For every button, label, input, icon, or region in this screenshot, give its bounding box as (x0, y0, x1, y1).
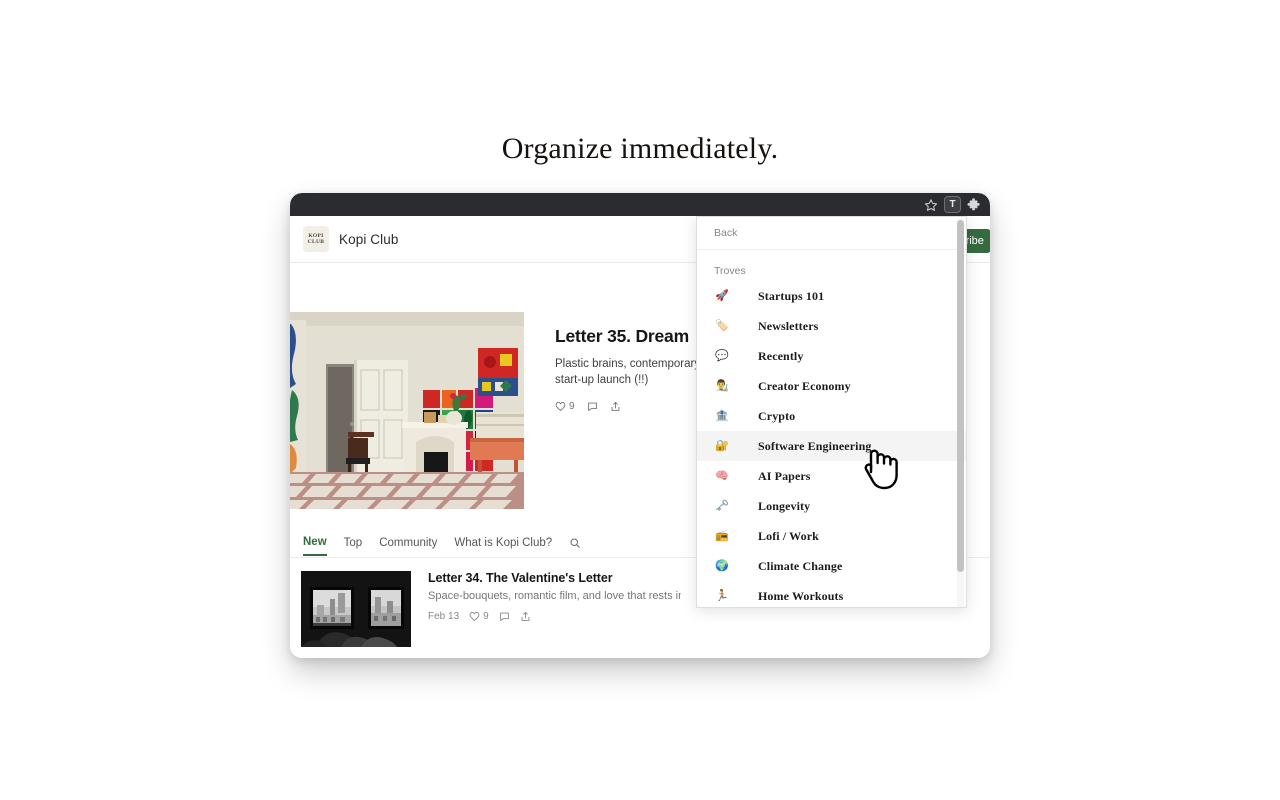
runner-icon: 🏃 (715, 589, 729, 602)
trove-item-crypto[interactable]: 🏦 Crypto (697, 401, 966, 431)
comment-icon (499, 612, 509, 622)
tab-community[interactable]: Community (379, 537, 437, 555)
search-button[interactable] (569, 537, 581, 555)
artist-person-icon: 👨‍🎨 (715, 379, 729, 392)
radio-icon: 📻 (715, 529, 729, 542)
panel-scrollbar-thumb[interactable] (957, 220, 964, 572)
trove-label: Creator Economy (758, 378, 851, 393)
search-icon (570, 538, 581, 548)
troves-dropdown-panel: Back Troves 🚀 Startups 101 🏷️ Newsletter… (696, 216, 967, 608)
trove-item-startups-101[interactable]: 🚀 Startups 101 (697, 281, 966, 311)
page-title: Organize immediately. (501, 132, 779, 165)
star-icon[interactable] (924, 198, 938, 212)
share-icon (521, 611, 530, 621)
speech-bubble-icon: 💬 (715, 349, 729, 362)
tab-new[interactable]: New (303, 536, 327, 556)
article-subtitle: Space-bouquets, romantic film, and love … (428, 590, 681, 602)
troves-section-label: Troves (714, 265, 746, 277)
troves-list: 🚀 Startups 101 🏷️ Newsletters 💬 Recently… (697, 281, 966, 607)
article-meta: Feb 13 9 (428, 611, 681, 622)
trove-item-recently[interactable]: 💬 Recently (697, 341, 966, 371)
trove-label: Home Workouts (758, 588, 844, 603)
browser-toolbar-icons: T (924, 193, 982, 216)
trove-label: Recently (758, 348, 804, 363)
article-like-control[interactable]: 9 (469, 611, 489, 622)
key-icon: 🗝️ (715, 499, 729, 512)
like-count: 9 (569, 401, 575, 413)
hero-image[interactable] (290, 312, 524, 509)
article-share-control[interactable] (520, 611, 531, 622)
trove-label: Longevity (758, 498, 811, 513)
tab-top[interactable]: Top (344, 537, 363, 555)
trove-label: Lofi / Work (758, 528, 819, 543)
tab-what-is-kopi-club[interactable]: What is Kopi Club? (454, 537, 552, 555)
heart-icon (469, 612, 480, 621)
trove-label: Startups 101 (758, 288, 825, 303)
reader-mode-badge-icon[interactable]: T (944, 196, 961, 213)
page-viewport: KOPI CLUB Kopi Club Subscribe (290, 216, 990, 658)
featured-subtitle-line-1: Plastic brains, contemporary (555, 358, 701, 370)
trove-label: Climate Change (758, 558, 843, 573)
trove-item-creator-economy[interactable]: 👨‍🎨 Creator Economy (697, 371, 966, 401)
trove-item-climate-change[interactable]: 🌍 Climate Change (697, 551, 966, 581)
content-tabs: New Top Community What is Kopi Club? (303, 536, 581, 556)
trove-item-software-engineering[interactable]: 🔐 Software Engineering (697, 431, 966, 461)
browser-chrome-bar: T (290, 193, 990, 216)
article-thumbnail[interactable] (301, 571, 411, 647)
share-control[interactable] (610, 401, 621, 412)
heart-icon (555, 402, 566, 412)
logo-line-2: CLUB (307, 239, 325, 245)
kopi-club-logo[interactable]: KOPI CLUB (303, 226, 329, 252)
label-tag-icon: 🏷️ (715, 319, 729, 332)
trove-label: Crypto (758, 408, 796, 423)
lock-icon: 🔐 (715, 439, 729, 452)
puzzle-piece-icon[interactable] (967, 197, 982, 212)
featured-subtitle-line-2: start-up launch (!!) (555, 373, 649, 386)
trove-label: Software Engineering (758, 438, 872, 453)
like-control[interactable]: 9 (555, 401, 575, 412)
globe-icon: 🌍 (715, 559, 729, 572)
article-date: Feb 13 (428, 611, 460, 622)
comment-icon (587, 402, 597, 412)
back-button[interactable]: Back (697, 217, 966, 250)
share-icon (611, 401, 619, 411)
trove-item-ai-papers[interactable]: 🧠 AI Papers (697, 461, 966, 491)
article-like-count: 9 (483, 611, 489, 622)
trove-item-newsletters[interactable]: 🏷️ Newsletters (697, 311, 966, 341)
browser-window: T KOPI CLUB Kopi Club Subscribe (290, 193, 990, 658)
article-body: Letter 34. The Valentine's Letter Space-… (428, 571, 681, 647)
site-brand-name[interactable]: Kopi Club (339, 232, 398, 247)
bank-icon: 🏦 (715, 409, 729, 422)
trove-label: Newsletters (758, 318, 819, 333)
trove-item-home-workouts[interactable]: 🏃 Home Workouts (697, 581, 966, 607)
rocket-icon: 🚀 (715, 289, 729, 302)
list-item[interactable]: Letter 34. The Valentine's Letter Space-… (301, 571, 681, 647)
trove-item-longevity[interactable]: 🗝️ Longevity (697, 491, 966, 521)
trove-item-lofi-work[interactable]: 📻 Lofi / Work (697, 521, 966, 551)
article-comment-control[interactable] (499, 611, 510, 622)
trove-label: AI Papers (758, 468, 811, 483)
article-title[interactable]: Letter 34. The Valentine's Letter (428, 571, 681, 585)
comment-control[interactable] (587, 401, 598, 412)
brain-icon: 🧠 (715, 469, 729, 482)
